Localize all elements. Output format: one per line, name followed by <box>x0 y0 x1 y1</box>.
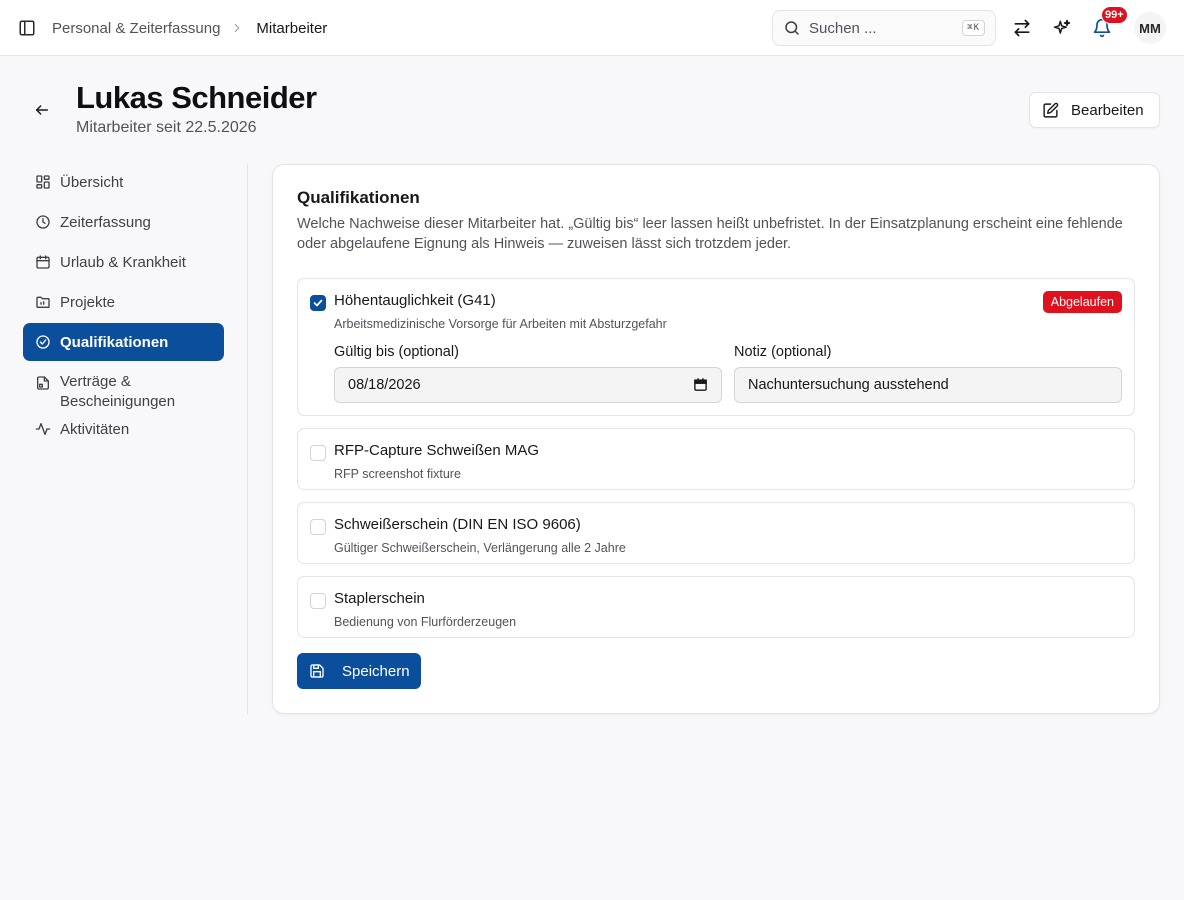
valid-until-label: Gültig bis (optional) <box>334 344 459 360</box>
qualification-item-hoehentauglichkeit: Höhentauglichkeit (G41) Arbeitsmedizinis… <box>297 278 1135 416</box>
nav-item-label: Zeiterfassung <box>60 213 151 231</box>
section-nav: Übersicht Zeiterfassung Urlaub & Krankhe… <box>23 163 224 450</box>
status-badge: Abgelaufen <box>1042 291 1122 313</box>
qualifications-card: Qualifikationen Welche Nachweise dieser … <box>272 164 1160 714</box>
valid-until-value: 08/18/2026 <box>348 377 421 393</box>
nav-item-vertraege[interactable]: Verträge & Bescheinigungen <box>23 363 224 410</box>
search-shortcut: ⌘K <box>962 20 985 36</box>
nav-item-label: Projekte <box>60 293 116 311</box>
qualification-description: RFP screenshot fixture <box>334 467 461 481</box>
breadcrumb-current: Mitarbeiter <box>256 19 328 37</box>
chevron-right-icon <box>230 20 246 36</box>
calendar-icon <box>35 254 51 270</box>
layout-grid-icon <box>35 174 51 190</box>
save-button[interactable]: Speichern <box>297 653 421 689</box>
qualification-name: Staplerschein <box>334 590 425 607</box>
folder-icon <box>35 294 51 310</box>
avatar[interactable]: MM <box>1134 12 1166 44</box>
qualification-description: Bedienung von Flurförderzeugen <box>334 615 517 629</box>
qualification-item-rfp-capture: RFP-Capture Schweißen MAG RFP screenshot… <box>297 428 1135 490</box>
check-icon <box>313 299 323 307</box>
qualification-item-schweisserschein: Schweißerschein (DIN EN ISO 9606) Gültig… <box>297 502 1135 564</box>
calendar-picker-icon[interactable] <box>693 377 709 393</box>
qualification-checkbox[interactable] <box>310 519 326 535</box>
edit-button-label: Bearbeiten <box>1071 101 1144 119</box>
note-value: Nachuntersuchung ausstehend <box>748 377 949 393</box>
qualification-name: Schweißerschein (DIN EN ISO 9606) <box>334 516 581 533</box>
card-description: Welche Nachweise dieser Mitarbeiter hat.… <box>297 216 1123 252</box>
activity-icon <box>35 421 51 437</box>
qualification-name: Höhentauglichkeit (G41) <box>334 292 496 309</box>
sparkles-icon[interactable] <box>1050 16 1074 40</box>
qualification-name: RFP-Capture Schweißen MAG <box>334 442 540 459</box>
page-title: Lukas Schneider <box>76 80 317 115</box>
search-placeholder: Suchen ... <box>809 19 877 37</box>
nav-item-zeiterfassung[interactable]: Zeiterfassung <box>23 203 224 241</box>
note-label: Notiz (optional) <box>734 344 832 360</box>
nav-item-urlaub[interactable]: Urlaub & Krankheit <box>23 243 224 281</box>
qualification-description: Gültiger Schweißerschein, Verlängerung a… <box>334 541 626 555</box>
qualification-description: Arbeitsmedizinische Vorsorge für Arbeite… <box>334 317 667 331</box>
nav-item-projekte[interactable]: Projekte <box>23 283 224 321</box>
nav-item-uebersicht[interactable]: Übersicht <box>23 163 224 201</box>
file-icon <box>35 375 51 391</box>
qualification-checkbox[interactable] <box>310 295 326 311</box>
valid-until-input[interactable]: 08/18/2026 <box>334 367 722 403</box>
nav-divider <box>247 164 248 714</box>
nav-item-aktivitaeten[interactable]: Aktivitäten <box>23 410 224 448</box>
check-circle-icon <box>35 334 51 350</box>
note-input[interactable]: Nachuntersuchung ausstehend <box>734 367 1122 403</box>
back-arrow-icon[interactable] <box>32 100 52 120</box>
qualification-checkbox[interactable] <box>310 445 326 461</box>
page-subtitle: Mitarbeiter seit 22.5.2026 <box>76 119 257 136</box>
top-bar: Personal & Zeiterfassung Mitarbeiter Suc… <box>0 0 1184 56</box>
nav-item-label: Verträge & Bescheinigungen <box>60 373 176 410</box>
save-button-label: Speichern <box>342 662 410 680</box>
nav-item-label: Aktivitäten <box>60 420 130 438</box>
card-title: Qualifikationen <box>297 188 420 207</box>
switch-arrows-icon[interactable] <box>1010 16 1034 40</box>
nav-item-label: Qualifikationen <box>60 333 169 351</box>
notification-badge: 99+ <box>1101 6 1128 24</box>
edit-button[interactable]: Bearbeiten <box>1029 92 1160 128</box>
save-icon <box>309 663 325 679</box>
breadcrumb-parent-link[interactable]: Personal & Zeiterfassung <box>52 20 220 37</box>
sidebar-toggle-icon[interactable] <box>16 17 38 39</box>
search-icon <box>783 19 801 37</box>
pencil-square-icon <box>1042 102 1059 119</box>
nav-item-label: Urlaub & Krankheit <box>60 253 186 271</box>
nav-item-qualifikationen[interactable]: Qualifikationen <box>23 323 224 361</box>
search-input[interactable]: Suchen ... ⌘K <box>772 10 996 46</box>
qualification-checkbox[interactable] <box>310 593 326 609</box>
qualification-item-staplerschein: Staplerschein Bedienung von Flurförderze… <box>297 576 1135 638</box>
breadcrumb: Personal & Zeiterfassung Mitarbeiter <box>52 18 327 38</box>
nav-item-label: Übersicht <box>60 173 124 191</box>
clock-icon <box>35 214 51 230</box>
